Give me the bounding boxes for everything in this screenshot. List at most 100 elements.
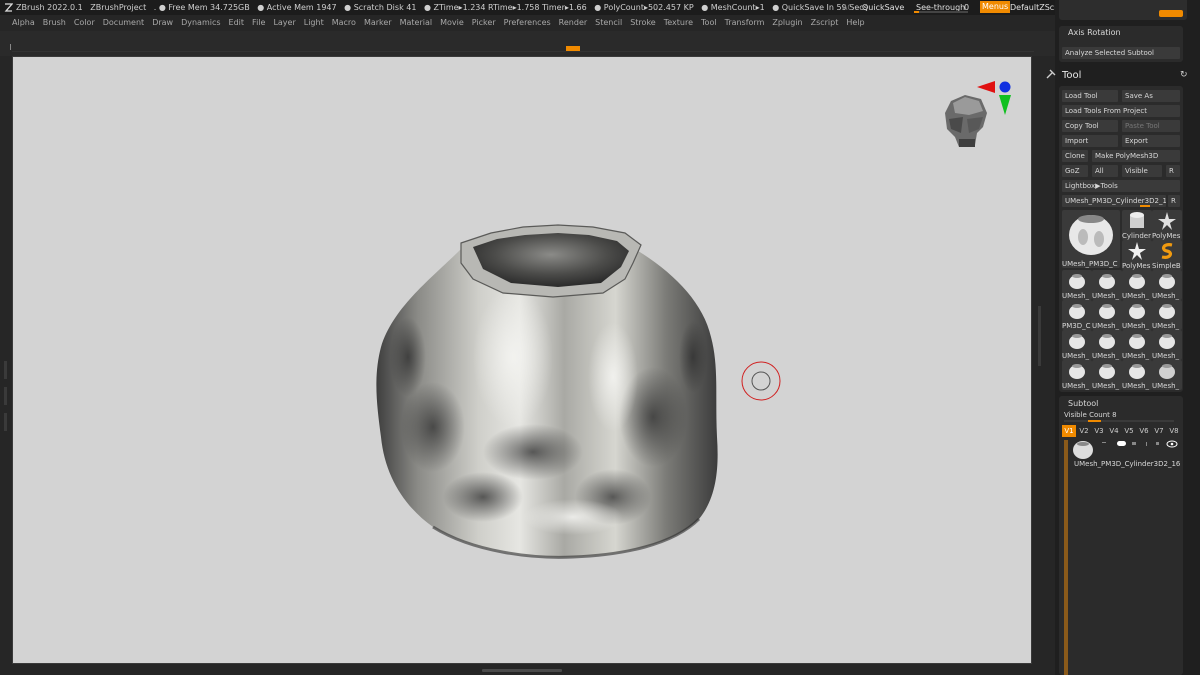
document-canvas[interactable] xyxy=(12,56,1032,664)
menu-transform[interactable]: Transform xyxy=(725,15,765,31)
menus-toggle-button[interactable]: Menus xyxy=(980,1,1011,13)
visible-count-track[interactable] xyxy=(1064,420,1174,422)
left-tray-grip[interactable] xyxy=(3,361,8,441)
bottom-tray-strip[interactable] xyxy=(12,664,1032,675)
tool-thumb-grid-item[interactable]: UMesh_ xyxy=(1152,300,1182,330)
version-button-v1[interactable]: V1 xyxy=(1062,425,1076,437)
menu-picker[interactable]: Picker xyxy=(472,15,496,31)
tool-thumb-grid-label: UMesh_ xyxy=(1122,322,1150,330)
tool-thumb-polymesh-a[interactable]: PolyMes xyxy=(1152,210,1182,240)
tool-thumb-grid-item[interactable]: UMesh_ xyxy=(1122,360,1152,390)
load-tool-button[interactable]: Load Tool xyxy=(1062,90,1118,102)
menu-zplugin[interactable]: Zplugin xyxy=(772,15,802,31)
menu-dynamics[interactable]: Dynamics xyxy=(181,15,220,31)
menu-light[interactable]: Light xyxy=(304,15,324,31)
menu-macro[interactable]: Macro xyxy=(332,15,356,31)
left-tray-strip[interactable] xyxy=(0,56,12,675)
tool-thumb-simplebrush[interactable]: SimpleB xyxy=(1152,240,1182,270)
load-tools-from-project-button[interactable]: Load Tools From Project xyxy=(1062,105,1180,117)
current-tool-r-button[interactable]: R xyxy=(1168,195,1180,207)
version-button-v5[interactable]: V5 xyxy=(1122,425,1136,437)
goz-visible-button[interactable]: Visible xyxy=(1122,165,1162,177)
tool-thumb-grid-item[interactable]: UMesh_ xyxy=(1122,270,1152,300)
tool-thumb-grid-item[interactable]: UMesh_ xyxy=(1152,270,1182,300)
version-button-v8[interactable]: V8 xyxy=(1167,425,1181,437)
import-button[interactable]: Import xyxy=(1062,135,1118,147)
tray-top-panel xyxy=(1059,0,1187,20)
menu-marker[interactable]: Marker xyxy=(364,15,392,31)
menu-layer[interactable]: Layer xyxy=(273,15,295,31)
menu-color[interactable]: Color xyxy=(74,15,95,31)
menu-alpha[interactable]: Alpha xyxy=(12,15,35,31)
subtool-list-item[interactable]: UMesh_PM3D_Cylinder3D2_16 xyxy=(1072,440,1182,470)
copy-tool-button[interactable]: Copy Tool xyxy=(1062,120,1118,132)
right-scroll-grip[interactable] xyxy=(1038,306,1041,366)
tool-thumb-main[interactable]: UMesh_PM3D_C xyxy=(1062,210,1120,268)
menu-edit[interactable]: Edit xyxy=(229,15,245,31)
version-button-v2[interactable]: V2 xyxy=(1077,425,1091,437)
tool-thumb-polymesh-b-label: PolyMes xyxy=(1122,262,1151,270)
subtool-list-scrollbar[interactable] xyxy=(1064,440,1068,675)
menu-stencil[interactable]: Stencil xyxy=(595,15,622,31)
tool-thumb-grid-item[interactable]: UMesh_ xyxy=(1092,360,1122,390)
paste-tool-button[interactable]: Paste Tool xyxy=(1122,120,1180,132)
current-tool-slider[interactable]: UMesh_PM3D_Cylinder3D2_1 xyxy=(1062,195,1166,207)
lightbox-tools-button[interactable]: Lightbox▶Tools xyxy=(1062,180,1180,192)
tool-thumb-grid-item[interactable]: PM3D_C xyxy=(1062,300,1092,330)
stat-meshcount: ● MeshCount▸1 xyxy=(701,3,765,12)
tool-thumb-grid-item[interactable]: UMesh_ xyxy=(1092,270,1122,300)
right-scroll-strip[interactable] xyxy=(1032,56,1055,675)
menu-file[interactable]: File xyxy=(252,15,265,31)
tool-thumb-grid-item[interactable]: UMesh_ xyxy=(1122,300,1152,330)
menu-brush[interactable]: Brush xyxy=(43,15,66,31)
visible-count-label[interactable]: Visible Count 8 xyxy=(1064,411,1117,419)
menu-material[interactable]: Material xyxy=(400,15,433,31)
menu-zscript[interactable]: Zscript xyxy=(811,15,839,31)
tool-thumb-grid-item[interactable]: UMesh_ xyxy=(1092,330,1122,360)
vase-thumb-icon xyxy=(1129,304,1145,319)
analyze-subtool-button[interactable]: Analyze Selected Subtool xyxy=(1062,47,1180,59)
axis-gizmo-icon[interactable] xyxy=(975,79,1015,119)
tool-pin-icon[interactable] xyxy=(1046,69,1056,79)
version-button-v6[interactable]: V6 xyxy=(1137,425,1151,437)
tool-thumb-cylinder[interactable]: Cylinder xyxy=(1122,210,1152,240)
menu-tool[interactable]: Tool xyxy=(701,15,717,31)
seethrough-track[interactable] xyxy=(914,11,968,13)
seethrough-slider[interactable]: See-through 0 xyxy=(912,0,976,15)
menu-preferences[interactable]: Preferences xyxy=(504,15,551,31)
menu-movie[interactable]: Movie xyxy=(440,15,464,31)
menu-help[interactable]: Help xyxy=(846,15,864,31)
tool-thumb-grid-item[interactable]: UMesh_ xyxy=(1062,330,1092,360)
menu-draw[interactable]: Draw xyxy=(152,15,173,31)
ac-button[interactable]: AC xyxy=(842,0,853,15)
tool-thumb-grid-item[interactable]: UMesh_ xyxy=(1152,360,1182,390)
goz-button[interactable]: GoZ xyxy=(1062,165,1088,177)
clone-button[interactable]: Clone xyxy=(1062,150,1088,162)
goz-all-button[interactable]: All xyxy=(1092,165,1118,177)
version-button-v7[interactable]: V7 xyxy=(1152,425,1166,437)
goz-r-button[interactable]: R xyxy=(1166,165,1180,177)
save-as-button[interactable]: Save As xyxy=(1122,90,1180,102)
export-button[interactable]: Export xyxy=(1122,135,1180,147)
tool-thumb-grid-item[interactable]: UMesh_ xyxy=(1062,360,1092,390)
tool-thumb-polymesh-b[interactable]: PolyMes xyxy=(1122,240,1152,270)
tool-thumb-grid-item[interactable]: UMesh_ xyxy=(1062,270,1092,300)
reset-icon[interactable]: ↻ xyxy=(1180,70,1190,80)
make-polymesh3d-button[interactable]: Make PolyMesh3D xyxy=(1092,150,1180,162)
version-button-v3[interactable]: V3 xyxy=(1092,425,1106,437)
tool-thumb-grid-item[interactable]: UMesh_ xyxy=(1092,300,1122,330)
menu-stroke[interactable]: Stroke xyxy=(630,15,656,31)
tool-thumb-grid-item[interactable]: UMesh_ xyxy=(1122,330,1152,360)
tool-thumb-grid-label: UMesh_ xyxy=(1062,292,1090,300)
menu-render[interactable]: Render xyxy=(559,15,587,31)
menu-document[interactable]: Document xyxy=(103,15,144,31)
bottom-tray-grip[interactable] xyxy=(482,669,562,672)
menu-texture[interactable]: Texture xyxy=(664,15,693,31)
subtool-title[interactable]: Subtool xyxy=(1068,399,1098,408)
tool-panel-title[interactable]: Tool xyxy=(1062,70,1081,81)
quicksave-button[interactable]: QuickSave xyxy=(862,0,904,15)
tool-thumb-grid-item[interactable]: UMesh_ xyxy=(1152,330,1182,360)
shelf-collapse-handle[interactable] xyxy=(566,46,580,51)
version-button-v4[interactable]: V4 xyxy=(1107,425,1121,437)
vase-mesh[interactable] xyxy=(13,57,1032,664)
